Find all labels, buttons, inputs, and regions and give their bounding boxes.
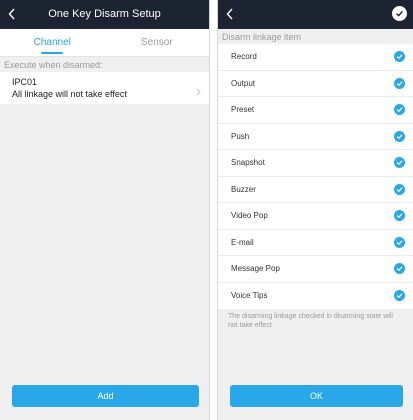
- list-item-label: Snapshot: [231, 158, 265, 168]
- list-item[interactable]: Output: [218, 71, 413, 97]
- page-title: One Key Disarm Setup: [48, 8, 161, 20]
- tab-channel-label: Channel: [33, 37, 71, 48]
- chevron-right-icon: [196, 83, 201, 101]
- list-item-label: Preset: [231, 105, 255, 115]
- check-circle-icon[interactable]: [394, 157, 405, 169]
- list-item-label: Buzzer: [231, 184, 256, 194]
- check-circle-icon[interactable]: [394, 51, 405, 63]
- section-label: Disarm linkage item: [222, 32, 302, 42]
- list-item-label: Voice Tips: [231, 291, 268, 301]
- list-item[interactable]: E-mail: [218, 230, 413, 256]
- header-bar: One Key Disarm Setup: [0, 0, 209, 29]
- list-item-label: Record: [231, 52, 257, 62]
- tab-bar: Channel Sensor: [0, 29, 209, 57]
- tab-channel[interactable]: Channel: [0, 29, 105, 56]
- check-circle-icon[interactable]: [394, 183, 405, 195]
- check-circle-icon[interactable]: [394, 210, 405, 222]
- list-item[interactable]: Snapshot: [218, 150, 413, 177]
- check-circle-icon[interactable]: [394, 130, 405, 142]
- list-item-label: E-mail: [231, 237, 254, 247]
- header-bar: [218, 0, 413, 29]
- check-circle-icon[interactable]: [394, 104, 405, 116]
- check-circle-icon[interactable]: [394, 77, 405, 89]
- list-item-label: Push: [231, 131, 250, 141]
- ok-button[interactable]: OK: [230, 385, 403, 407]
- channel-name: IPC01: [12, 77, 38, 87]
- tab-sensor-label: Sensor: [140, 37, 173, 48]
- channel-item[interactable]: IPC01 All linkage will not take effect: [0, 72, 209, 104]
- list-item-label: Message Pop: [231, 264, 280, 274]
- check-circle-icon[interactable]: [392, 6, 407, 21]
- list-item[interactable]: Record: [218, 44, 413, 71]
- add-button[interactable]: Add: [12, 385, 199, 407]
- list-item[interactable]: Push: [218, 124, 413, 150]
- list-item[interactable]: Preset: [218, 97, 413, 124]
- channel-description: All linkage will not take effect: [12, 89, 127, 99]
- linkage-list: Record Output Preset Push Snapshot Buzze…: [218, 44, 413, 309]
- list-item-label: Video Pop: [231, 211, 268, 221]
- check-circle-icon[interactable]: [394, 263, 405, 275]
- footnote: The disarming linkage checked in disarmi…: [228, 313, 393, 329]
- list-item[interactable]: Voice Tips: [218, 283, 413, 310]
- disarm-setup-screen: One Key Disarm Setup Channel Sensor Exec…: [0, 0, 210, 420]
- chevron-left-icon[interactable]: [224, 7, 236, 21]
- check-circle-icon[interactable]: [394, 290, 405, 302]
- list-item-label: Output: [231, 78, 256, 88]
- list-item[interactable]: Video Pop: [218, 203, 413, 230]
- disarm-linkage-screen: Disarm linkage item Record Output Preset…: [217, 0, 413, 420]
- tab-sensor[interactable]: Sensor: [105, 29, 210, 56]
- list-item[interactable]: Buzzer: [218, 177, 413, 203]
- check-circle-icon[interactable]: [394, 236, 405, 248]
- section-label: Execute when disarmed:: [4, 60, 103, 70]
- active-tab-indicator: [41, 52, 64, 54]
- list-item[interactable]: Message Pop: [218, 256, 413, 283]
